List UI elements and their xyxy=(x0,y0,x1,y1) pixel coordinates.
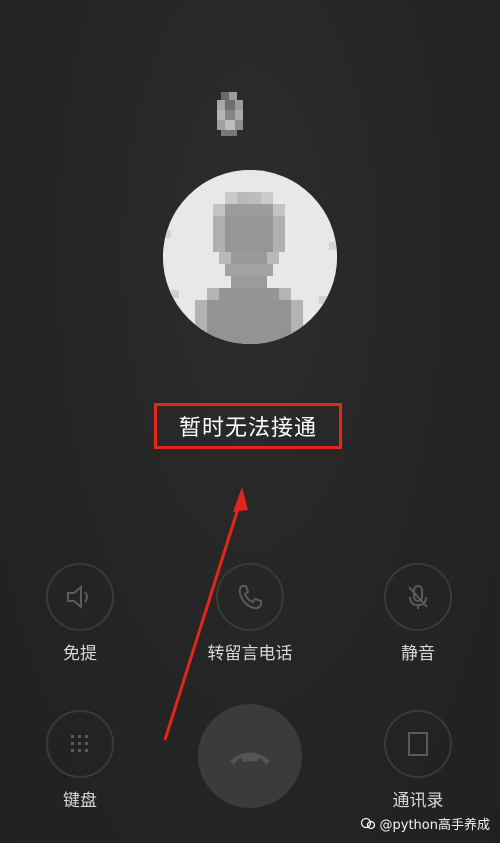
call-status-text: 暂时无法接通 xyxy=(178,416,317,441)
mute-button[interactable] xyxy=(384,563,452,631)
contacts-icon xyxy=(408,732,428,756)
keypad-icon xyxy=(71,735,88,752)
keypad-label: 键盘 xyxy=(63,791,97,811)
voicemail-label: 转留言电话 xyxy=(207,644,293,664)
contact-avatar xyxy=(163,170,337,344)
call-status-box: 暂时无法接通 xyxy=(154,403,342,449)
watermark: @python高手养成 xyxy=(360,814,490,833)
person-icon xyxy=(163,170,337,344)
hangup-icon xyxy=(230,752,270,765)
mute-label: 静音 xyxy=(401,644,435,664)
keypad-control[interactable]: 键盘 xyxy=(20,710,140,811)
voicemail-control[interactable]: 转留言电话 xyxy=(190,563,310,664)
hangup-button[interactable] xyxy=(198,704,302,808)
speaker-label: 免提 xyxy=(63,644,97,664)
speaker-icon xyxy=(67,584,88,610)
speaker-control[interactable]: 免提 xyxy=(20,563,140,664)
watermark-text: @python高手养成 xyxy=(379,818,490,833)
call-screen: 暂时无法接通 免提 转留言电话 静音 键盘 通讯录 @python高手养成 xyxy=(0,0,500,843)
watermark-logo-icon xyxy=(360,817,375,829)
phone-icon xyxy=(238,585,262,610)
voicemail-button[interactable] xyxy=(216,563,284,631)
caller-name-pixelated xyxy=(213,92,245,136)
keypad-button[interactable] xyxy=(46,710,114,778)
speaker-button[interactable] xyxy=(46,563,114,631)
contacts-button[interactable] xyxy=(384,710,452,778)
contacts-control[interactable]: 通讯录 xyxy=(358,710,478,811)
mute-control[interactable]: 静音 xyxy=(358,563,478,664)
mute-icon xyxy=(408,585,428,609)
contacts-label: 通讯录 xyxy=(392,791,444,811)
